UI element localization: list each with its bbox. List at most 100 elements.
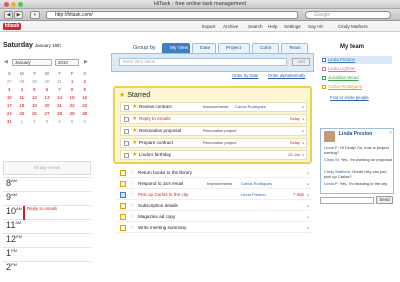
- all-day-events[interactable]: All day events: [3, 161, 91, 175]
- calendar-day[interactable]: 12: [28, 93, 41, 101]
- forward-button[interactable]: ▶: [14, 11, 23, 19]
- delete-icon[interactable]: ▲: [306, 168, 310, 178]
- delete-icon[interactable]: ▲: [306, 201, 310, 211]
- star-icon[interactable]: ★: [132, 127, 137, 135]
- tab-project[interactable]: Project: [218, 43, 250, 53]
- calendar-day[interactable]: 16: [78, 93, 91, 101]
- member-checkbox[interactable]: [322, 76, 326, 80]
- calendar-day[interactable]: 4: [16, 85, 29, 93]
- star-icon[interactable]: ★: [132, 139, 137, 147]
- calendar-day[interactable]: 21: [53, 101, 66, 109]
- star-icon[interactable]: ☆: [129, 179, 134, 189]
- tab-color[interactable]: Color: [252, 43, 279, 53]
- member-checkbox[interactable]: [322, 67, 326, 71]
- delete-icon[interactable]: ▲: [306, 212, 310, 222]
- starred-task-row[interactable]: ★ Linda's birthday 26 Jan ▲: [120, 150, 307, 160]
- calendar-day[interactable]: 22: [66, 101, 79, 109]
- delete-icon[interactable]: ▲: [306, 179, 310, 189]
- calendar-day[interactable]: 24: [3, 109, 16, 117]
- member-checkbox[interactable]: [322, 85, 326, 89]
- chat-input[interactable]: [320, 197, 374, 204]
- hitask-logo[interactable]: hitask: [3, 23, 21, 30]
- calendar-day[interactable]: 5: [66, 117, 79, 125]
- task-assignee[interactable]: Carlos Rodrigues: [241, 179, 272, 189]
- task-title[interactable]: Renovation proposal: [139, 127, 181, 135]
- calendar-day[interactable]: 13: [41, 93, 54, 101]
- calendar-day[interactable]: 31: [3, 117, 16, 125]
- calendar-day[interactable]: 5: [28, 85, 41, 93]
- task-title[interactable]: Prepare contract: [139, 139, 173, 147]
- star-icon[interactable]: ☆: [129, 212, 134, 222]
- calendar-day[interactable]: 30: [41, 77, 54, 85]
- send-button[interactable]: Send: [376, 196, 393, 204]
- delete-icon[interactable]: ▲: [301, 127, 305, 135]
- task-title[interactable]: Subscription details: [138, 201, 178, 211]
- calendar-day[interactable]: 28: [16, 77, 29, 85]
- member-checkbox[interactable]: [322, 58, 326, 62]
- star-icon[interactable]: ★: [132, 115, 137, 123]
- calendar-day[interactable]: 19: [28, 101, 41, 109]
- calendar-day[interactable]: 27: [41, 109, 54, 117]
- calendar-day[interactable]: 7: [53, 85, 66, 93]
- starred-task-row[interactable]: ★ Renovation proposal Renovation project ▲: [120, 126, 307, 136]
- delete-icon[interactable]: ▲: [306, 223, 310, 233]
- team-member[interactable]: Linda Lightner: [322, 65, 392, 73]
- prev-month-icon[interactable]: ◀: [4, 59, 8, 65]
- task-checkbox[interactable]: [120, 225, 126, 231]
- member-name[interactable]: Jonathan Wood: [328, 75, 359, 80]
- task-checkbox[interactable]: [120, 181, 126, 187]
- say-hi-link[interactable]: Say Hi!: [308, 24, 323, 29]
- task-title[interactable]: Magazine ad copy: [138, 212, 175, 222]
- task-title[interactable]: Respond to Ja's email: [138, 179, 183, 189]
- calendar-day[interactable]: 3: [41, 117, 54, 125]
- task-checkbox[interactable]: [124, 117, 129, 122]
- member-name[interactable]: Linda Preston: [328, 57, 355, 62]
- starred-task-row[interactable]: ★ Prepare contract Renovation project Today…: [120, 138, 307, 148]
- task-checkbox[interactable]: [120, 170, 126, 176]
- calendar-day[interactable]: 28: [53, 109, 66, 117]
- task-row[interactable]: ☆ Write meeting summary ▲: [117, 223, 311, 233]
- calendar-day[interactable]: 2: [28, 117, 41, 125]
- help-link[interactable]: Help: [268, 24, 277, 29]
- task-assignee[interactable]: Carlos Rodrigues: [235, 103, 266, 111]
- settings-link[interactable]: Settings: [284, 24, 301, 29]
- task-checkbox[interactable]: [120, 192, 126, 198]
- starred-task-row[interactable]: ★ Reply to emails Today ▲: [120, 114, 307, 124]
- delete-icon[interactable]: ▲: [301, 139, 305, 147]
- calendar-day[interactable]: 29: [28, 77, 41, 85]
- delete-icon[interactable]: ▲: [301, 103, 305, 111]
- close-icon[interactable]: ×: [389, 130, 392, 136]
- archive-link[interactable]: Archive: [223, 24, 238, 29]
- task-title[interactable]: Linda's birthday: [139, 151, 171, 159]
- star-icon[interactable]: ★: [132, 103, 137, 111]
- task-title[interactable]: Reply to emails: [139, 115, 170, 123]
- member-name[interactable]: Carlos Rodrigues: [328, 84, 362, 89]
- add-tab-button[interactable]: +: [30, 11, 40, 19]
- calendar-day[interactable]: 11: [16, 93, 29, 101]
- team-member[interactable]: Linda Preston: [322, 56, 392, 64]
- calendar-day[interactable]: 10: [3, 93, 16, 101]
- task-title[interactable]: Review contract: [139, 103, 172, 111]
- next-month-icon[interactable]: ▶: [84, 59, 88, 65]
- calendar-day[interactable]: 18: [16, 101, 29, 109]
- add-task-button[interactable]: Add: [292, 58, 310, 66]
- task-checkbox[interactable]: [120, 214, 126, 220]
- task-checkbox[interactable]: [124, 105, 129, 110]
- starred-task-row[interactable]: ★ Review contract Improvements Carlos Rodri…: [120, 102, 307, 112]
- calendar-day[interactable]: 4: [53, 117, 66, 125]
- calendar-day[interactable]: 14: [53, 93, 66, 101]
- star-icon[interactable]: ☆: [129, 223, 134, 233]
- new-task-input[interactable]: Enter item name: [119, 58, 287, 66]
- calendar-day[interactable]: 6: [78, 117, 91, 125]
- star-icon[interactable]: ☆: [129, 201, 134, 211]
- calendar-event[interactable]: Reply to emails: [23, 206, 75, 220]
- tab-team[interactable]: Team: [281, 43, 308, 53]
- find-invite-link[interactable]: Find or invite people: [330, 95, 369, 100]
- task-title[interactable]: Write meeting summary: [138, 223, 186, 233]
- task-row[interactable]: ☆ Respond to Ja's email Improvements Carlos…: [117, 179, 311, 189]
- delete-icon[interactable]: ▲: [306, 190, 310, 200]
- back-button[interactable]: ◀: [4, 11, 13, 19]
- month-select[interactable]: January: [12, 59, 52, 66]
- calendar-day[interactable]: 23: [78, 101, 91, 109]
- task-title[interactable]: Pick up Carlos in the city: [138, 190, 188, 200]
